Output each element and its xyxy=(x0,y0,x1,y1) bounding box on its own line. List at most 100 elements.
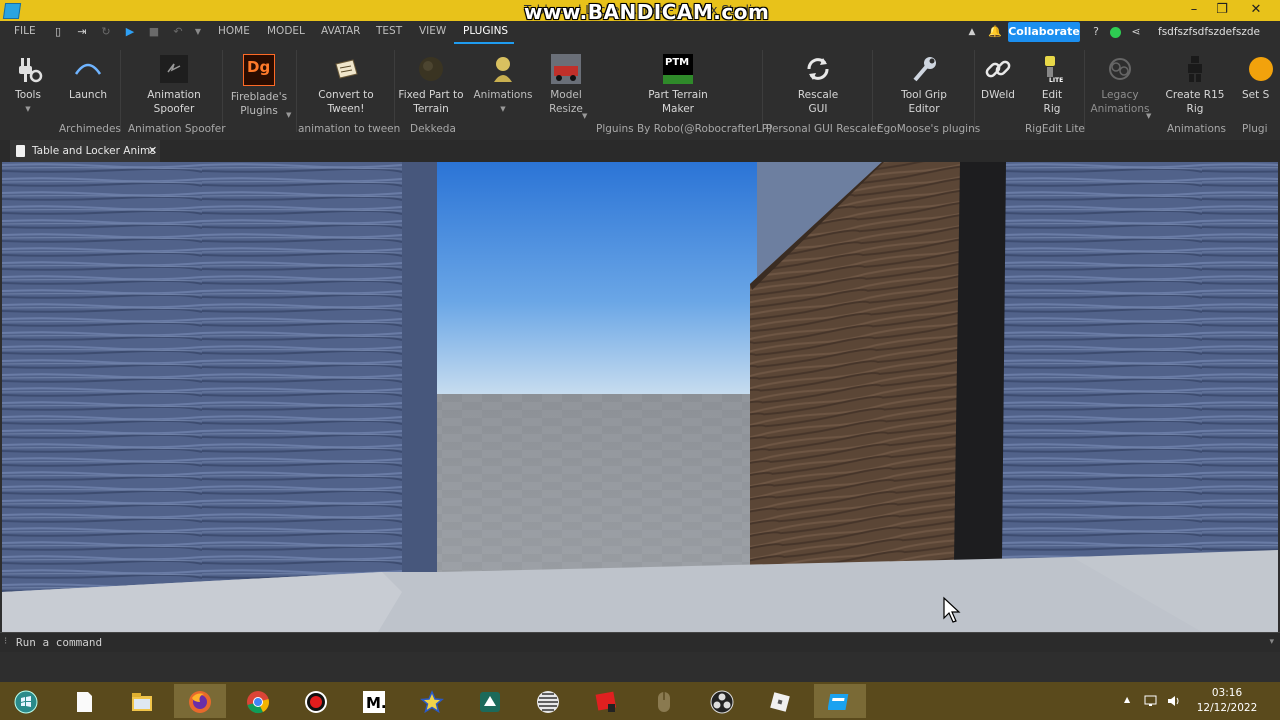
chevron-down-icon[interactable]: ▼ xyxy=(472,102,534,116)
menu-file[interactable]: FILE xyxy=(14,25,36,37)
part-terrain-maker-label: Part Terrain Maker xyxy=(648,89,708,115)
chevron-down-icon[interactable]: ▼ xyxy=(8,102,48,116)
ribbon-separator xyxy=(872,50,873,132)
group-label-animation-to-tween: animation to tween xyxy=(298,123,401,135)
taskbar-filmora[interactable] xyxy=(464,684,516,718)
title-bar: Table and Locker Anims - Roblox Studio w… xyxy=(0,0,1280,24)
legacy-icon xyxy=(1109,58,1131,80)
chevron-down-icon[interactable]: ▼ xyxy=(582,109,587,123)
chevron-down-icon[interactable]: ▼ xyxy=(286,108,291,122)
taskbar-sphere-app[interactable] xyxy=(522,684,574,718)
start-button[interactable] xyxy=(0,684,52,718)
part-terrain-maker-button[interactable]: PTM Part Terrain Maker xyxy=(642,48,714,120)
redo-icon[interactable]: ↻ xyxy=(100,26,112,38)
command-input[interactable]: Run a command xyxy=(16,636,102,649)
taskbar-obs[interactable] xyxy=(696,684,748,718)
paper-icon xyxy=(335,59,358,79)
tools-label: Tools xyxy=(15,89,41,101)
edit-rig-label: Edit Rig xyxy=(1041,89,1063,115)
menu-avatar[interactable]: AVATAR xyxy=(321,25,360,37)
document-tab[interactable]: Table and Locker Anims ✕ xyxy=(10,140,160,162)
menu-model[interactable]: MODEL xyxy=(267,25,305,37)
document-tab-bar: Table and Locker Anims ✕ xyxy=(0,140,1280,162)
taskbar-roblox-player[interactable] xyxy=(754,684,806,718)
command-history-chevron-icon[interactable]: ▾ xyxy=(1269,637,1274,647)
group-label-animation-spoofer: Animation Spoofer xyxy=(128,123,226,135)
taskbar-star-app[interactable] xyxy=(406,684,458,718)
launch-label: Launch xyxy=(68,89,108,101)
close-tab-icon[interactable]: ✕ xyxy=(148,140,157,162)
plugins-ribbon: Tools ▼ Launch Animation Spoofer Dg Fire… xyxy=(0,44,1280,141)
collaborate-button[interactable]: Collaborate xyxy=(1008,22,1080,42)
chevron-down-icon[interactable]: ▼ xyxy=(1146,109,1151,123)
chevron-down-icon[interactable]: ▼ xyxy=(192,26,204,38)
ribbon-separator xyxy=(762,50,763,132)
menu-plugins[interactable]: PLUGINS xyxy=(463,25,508,37)
notification-bell-icon[interactable]: 🔔 xyxy=(988,26,1002,38)
taskbar-file-explorer[interactable] xyxy=(116,684,168,718)
legacy-animations-button[interactable]: Legacy Animations ▼ xyxy=(1088,48,1152,120)
command-bar: ⁝ Run a command ▾ xyxy=(0,632,1280,653)
group-label-gui-rescaler: Personal GUI Rescaler xyxy=(766,123,881,135)
tools-button[interactable]: Tools ▼ xyxy=(8,48,48,120)
ribbon-separator xyxy=(296,50,297,132)
network-icon[interactable] xyxy=(1144,694,1160,708)
fireblades-plugins-button[interactable]: Dg Fireblade's Plugins ▼ xyxy=(228,48,291,122)
system-clock[interactable]: 03:16 12/12/2022 xyxy=(1196,686,1258,716)
document-icon xyxy=(77,692,92,712)
taskbar-mouse-app[interactable] xyxy=(638,684,690,718)
windows-taskbar: M. ▲ 03:16 12/12/2022 xyxy=(0,682,1280,720)
ptm-icon-text: PTM xyxy=(665,57,690,68)
sun-icon xyxy=(1249,57,1273,81)
create-r15-rig-button[interactable]: Create R15 Rig xyxy=(1164,48,1226,120)
menu-view[interactable]: VIEW xyxy=(419,25,446,37)
new-file-icon[interactable]: ▯ xyxy=(52,26,64,38)
taskbar-m-app[interactable]: M. xyxy=(348,684,400,718)
open-file-icon[interactable]: ⇥ xyxy=(76,26,88,38)
minimize-button[interactable]: – xyxy=(1180,0,1208,21)
taskbar-chrome[interactable] xyxy=(232,684,284,718)
3d-viewport[interactable] xyxy=(2,162,1278,632)
collapse-ribbon-icon[interactable]: ▲ xyxy=(966,26,978,38)
share-icon[interactable]: ⋖ xyxy=(1130,26,1142,38)
rescale-gui-button[interactable]: Rescale GUI xyxy=(792,48,844,120)
animations-button[interactable]: Animations ▼ xyxy=(472,48,534,120)
animation-spoofer-button[interactable]: Animation Spoofer xyxy=(138,48,210,120)
mouse-icon xyxy=(658,692,670,712)
model-resize-button[interactable]: Model Resize ▼ xyxy=(540,48,592,120)
convert-to-tween-button[interactable]: Convert to Tween! xyxy=(312,48,380,120)
username[interactable]: fsdfszfsdfszdefszde xyxy=(1158,26,1260,38)
menu-home[interactable]: HOME xyxy=(218,25,250,37)
tool-grip-editor-button[interactable]: Tool Grip Editor xyxy=(894,48,954,120)
fixed-part-to-terrain-button[interactable]: Fixed Part to Terrain xyxy=(398,48,464,120)
show-hidden-icons[interactable]: ▲ xyxy=(1124,695,1130,704)
volume-icon[interactable] xyxy=(1166,694,1182,708)
ribbon-separator xyxy=(222,50,223,132)
fixed-part-to-terrain-label: Fixed Part to Terrain xyxy=(398,89,464,115)
clock-time: 03:16 xyxy=(1211,687,1243,699)
taskbar-red-app[interactable] xyxy=(580,684,632,718)
dweld-button[interactable]: DWeld xyxy=(978,48,1018,120)
edit-rig-button[interactable]: LITE Edit Rig xyxy=(1030,48,1074,120)
menu-test[interactable]: TEST xyxy=(376,25,402,37)
play-icon[interactable]: ▶ xyxy=(124,26,136,38)
close-button[interactable]: ✕ xyxy=(1242,0,1270,21)
folder-icon xyxy=(132,693,152,711)
launch-button[interactable]: Launch xyxy=(62,48,114,120)
ribbon-separator xyxy=(974,50,975,132)
undo-icon[interactable]: ↶ xyxy=(172,26,184,38)
taskbar-roblox-studio[interactable] xyxy=(814,684,866,718)
taskbar-bandicam[interactable] xyxy=(290,684,342,718)
taskbar-firefox[interactable] xyxy=(174,684,226,718)
stop-icon[interactable]: ■ xyxy=(148,26,160,38)
taskbar-notepad[interactable] xyxy=(58,684,110,718)
set-s-button[interactable]: Set S xyxy=(1236,48,1280,120)
help-icon[interactable]: ? xyxy=(1090,26,1102,38)
animation-spoofer-label: Animation Spoofer xyxy=(147,89,201,115)
refresh-icon xyxy=(807,58,829,80)
maximize-button[interactable]: ❐ xyxy=(1208,0,1236,21)
viewport-scene xyxy=(2,162,1278,632)
firefox-icon xyxy=(189,691,211,713)
dg-icon: Dg xyxy=(243,54,275,86)
tool-grip-editor-label: Tool Grip Editor xyxy=(901,89,947,115)
